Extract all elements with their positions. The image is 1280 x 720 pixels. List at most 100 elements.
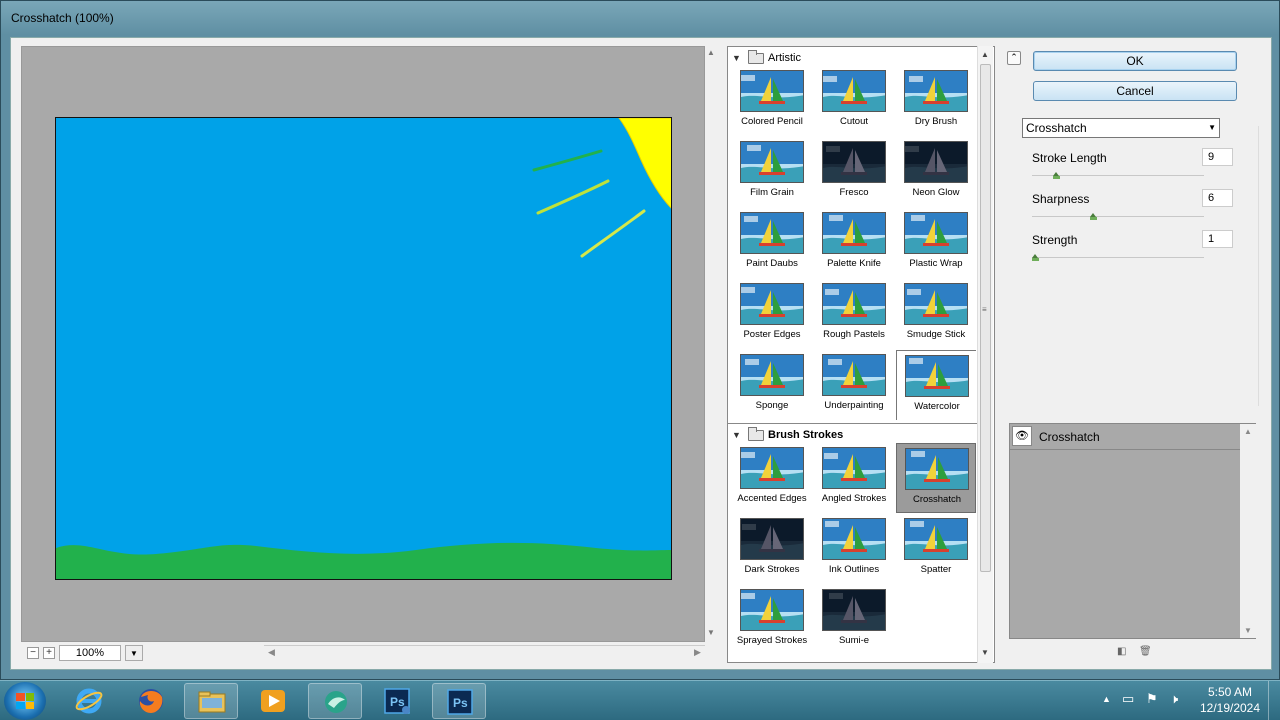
- taskbar-firefox[interactable]: [124, 683, 178, 719]
- filter-thumb-watercolor[interactable]: Watercolor: [896, 350, 976, 420]
- taskbar-photoshop-installer[interactable]: Ps: [370, 683, 424, 719]
- gallery-scrollbar[interactable]: ▲ ≡ ▼: [977, 46, 993, 663]
- filter-thumb-ink-outlines[interactable]: Ink Outlines: [814, 514, 894, 584]
- strength-slider-knob[interactable]: [1032, 254, 1039, 262]
- filter-thumb-accented-edges[interactable]: Accented Edges: [732, 443, 812, 513]
- filter-thumb-fresco[interactable]: Fresco: [814, 137, 894, 207]
- zoom-out-button[interactable]: −: [27, 647, 39, 659]
- filter-preview-image: [740, 212, 804, 254]
- filter-thumb-cutout[interactable]: Cutout: [814, 66, 894, 136]
- folder-icon: [198, 691, 226, 713]
- filter-select[interactable]: Crosshatch ▼: [1022, 118, 1220, 138]
- filter-thumb-plastic-wrap[interactable]: Plastic Wrap: [896, 208, 976, 278]
- preview-vertical-scrollbar[interactable]: ▲ ▼: [705, 46, 717, 642]
- filter-thumb-spatter[interactable]: Spatter: [896, 514, 976, 584]
- grip-icon: ≡: [982, 305, 987, 314]
- filter-thumb-sprayed-strokes[interactable]: Sprayed Strokes: [732, 585, 812, 655]
- filter-thumb-dry-brush[interactable]: Dry Brush: [896, 66, 976, 136]
- cancel-button[interactable]: Cancel: [1033, 81, 1237, 101]
- action-center-flag-icon[interactable]: ⚑: [1146, 691, 1158, 707]
- expand-triangle-icon[interactable]: ▼: [732, 430, 742, 440]
- strength-control: Strength 1: [1032, 230, 1242, 273]
- scroll-up-icon[interactable]: ▲: [1244, 427, 1252, 436]
- eye-icon[interactable]: 👁: [1012, 426, 1032, 446]
- window-title: Crosshatch (100%): [11, 11, 114, 25]
- filter-thumb-sumi-e[interactable]: Sumi-e: [814, 585, 894, 655]
- filter-label: Rough Pastels: [823, 329, 885, 340]
- title-bar[interactable]: Crosshatch (100%): [1, 1, 1279, 35]
- scroll-left-icon[interactable]: ◀: [268, 647, 275, 658]
- sharpness-slider-knob[interactable]: [1090, 213, 1097, 221]
- filter-label: Sprayed Strokes: [736, 635, 808, 646]
- new-effect-layer-icon[interactable]: ◧: [1117, 646, 1127, 657]
- preview-horizontal-scrollbar[interactable]: ◀ ▶: [264, 645, 705, 661]
- filter-thumb-crosshatch[interactable]: Crosshatch: [896, 443, 976, 513]
- scroll-right-icon[interactable]: ▶: [694, 647, 701, 658]
- scrollbar-thumb[interactable]: [980, 64, 991, 572]
- taskbar-media-player[interactable]: [246, 683, 300, 719]
- show-desktop-button[interactable]: [1268, 681, 1280, 720]
- filter-thumb-rough-pastels[interactable]: Rough Pastels: [814, 279, 894, 349]
- preview-area[interactable]: [21, 46, 705, 642]
- delete-effect-layer-icon[interactable]: 🗑: [1139, 646, 1152, 657]
- taskbar-photoshop[interactable]: Ps: [432, 683, 486, 719]
- filter-preview-image: [740, 447, 804, 489]
- filter-thumb-film-grain[interactable]: Film Grain: [732, 137, 812, 207]
- scroll-down-icon[interactable]: ▼: [1244, 626, 1252, 635]
- scroll-down-icon[interactable]: ▼: [707, 628, 715, 637]
- taskbar-internet-explorer[interactable]: [62, 683, 116, 719]
- filter-label: Sumi-e: [838, 635, 870, 646]
- clock-time: 5:50 AM: [1207, 685, 1253, 699]
- filter-thumb-neon-glow[interactable]: Neon Glow: [896, 137, 976, 207]
- strength-input[interactable]: 1: [1202, 230, 1233, 248]
- chevron-down-icon: ▼: [1208, 123, 1216, 132]
- filter-thumb-poster-edges[interactable]: Poster Edges: [732, 279, 812, 349]
- filter-preview-image: [740, 589, 804, 631]
- layers-scrollbar[interactable]: ▲ ▼: [1240, 424, 1256, 638]
- photoshop-icon: Ps: [447, 689, 473, 715]
- filter-thumb-palette-knife[interactable]: Palette Knife: [814, 208, 894, 278]
- filter-preview-image: [905, 355, 969, 397]
- folder-icon: [748, 49, 764, 64]
- taskbar-file-explorer[interactable]: [184, 683, 238, 719]
- stroke-length-slider-knob[interactable]: [1053, 172, 1060, 180]
- start-button[interactable]: [4, 682, 46, 720]
- sharpness-slider[interactable]: [1032, 216, 1204, 217]
- category-brush-strokes[interactable]: ▼ Brush Strokes: [728, 426, 978, 444]
- clock[interactable]: 5:50 AM 12/19/2024: [1196, 684, 1264, 716]
- zoom-dropdown-icon[interactable]: ▼: [125, 645, 143, 661]
- stroke-length-control: Stroke Length 9: [1032, 148, 1242, 191]
- scroll-down-icon[interactable]: ▼: [981, 648, 989, 657]
- filter-preview-image: [905, 448, 969, 490]
- filter-thumb-angled-strokes[interactable]: Angled Strokes: [814, 443, 894, 513]
- strength-slider[interactable]: [1032, 257, 1204, 258]
- network-icon[interactable]: ▭: [1122, 691, 1134, 707]
- taskbar-app-bird[interactable]: [308, 683, 362, 719]
- preview-image[interactable]: [55, 117, 672, 580]
- filter-preview-image: [904, 212, 968, 254]
- sharpness-input[interactable]: 6: [1202, 189, 1233, 207]
- filter-label: Colored Pencil: [741, 116, 803, 127]
- volume-muted-icon[interactable]: 🕨: [1170, 691, 1178, 707]
- expand-triangle-icon[interactable]: ▼: [732, 53, 742, 63]
- filter-preview-image: [904, 141, 968, 183]
- collapse-gallery-icon[interactable]: ⌃: [1007, 51, 1021, 65]
- filter-thumb-smudge-stick[interactable]: Smudge Stick: [896, 279, 976, 349]
- zoom-in-button[interactable]: +: [43, 647, 55, 659]
- filter-preview-image: [740, 354, 804, 396]
- filter-label: Cutout: [840, 116, 868, 127]
- scroll-up-icon[interactable]: ▲: [981, 50, 989, 59]
- scroll-up-icon[interactable]: ▲: [707, 48, 715, 57]
- stroke-length-input[interactable]: 9: [1202, 148, 1233, 166]
- filter-thumb-sponge[interactable]: Sponge: [732, 350, 812, 420]
- filter-thumb-colored-pencil[interactable]: Colored Pencil: [732, 66, 812, 136]
- filter-thumb-paint-daubs[interactable]: Paint Daubs: [732, 208, 812, 278]
- category-artistic[interactable]: ▼ Artistic: [728, 49, 978, 67]
- zoom-level-field[interactable]: 100%: [59, 645, 121, 661]
- show-hidden-icons-icon[interactable]: ▲: [1102, 694, 1111, 704]
- media-player-icon: [261, 690, 285, 712]
- filter-thumb-underpainting[interactable]: Underpainting: [814, 350, 894, 420]
- ok-button[interactable]: OK: [1033, 51, 1237, 71]
- effect-layer-row[interactable]: 👁 Crosshatch: [1010, 424, 1240, 450]
- filter-thumb-dark-strokes[interactable]: Dark Strokes: [732, 514, 812, 584]
